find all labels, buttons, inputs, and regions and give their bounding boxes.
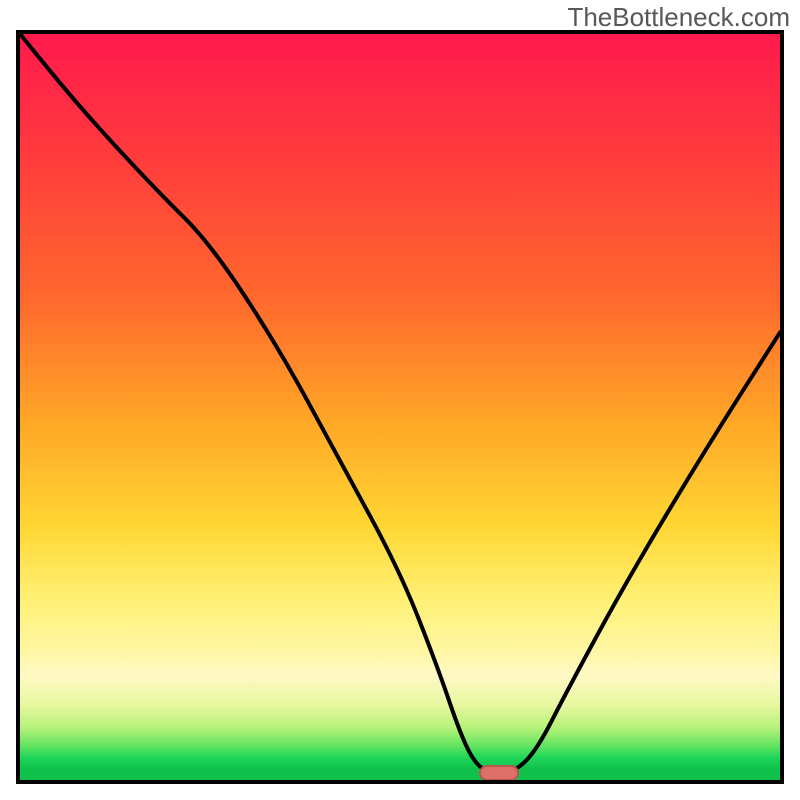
plot-area <box>20 34 780 780</box>
plot-frame <box>16 30 784 784</box>
watermark-text: TheBottleneck.com <box>567 2 790 33</box>
bottleneck-curve <box>20 34 780 773</box>
bottleneck-chart: TheBottleneck.com <box>0 0 800 800</box>
curve-svg <box>20 34 780 780</box>
minimum-marker <box>479 765 519 781</box>
